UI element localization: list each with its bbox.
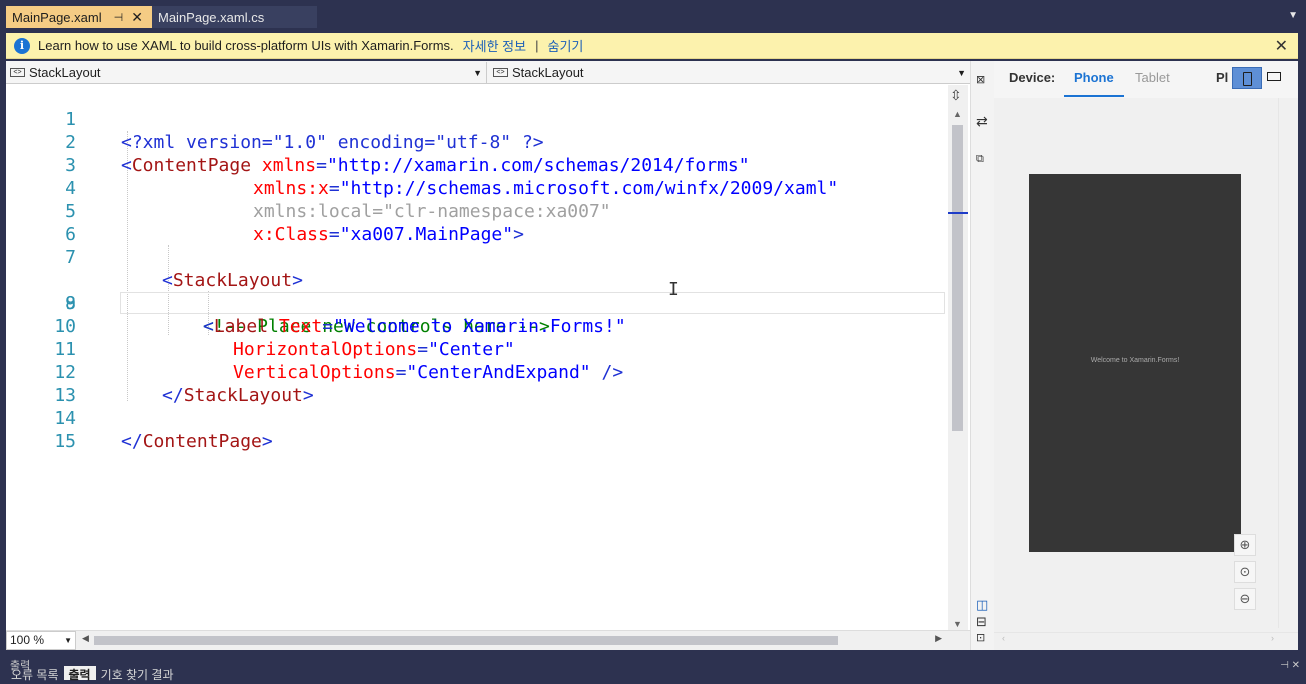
document-tab-strip: MainPage.xaml ⊣ ✕ MainPage.xaml.cs ▼ <box>0 0 1306 30</box>
swap-panes-icon[interactable]: ⇄ <box>976 113 988 130</box>
preview-horizontal-scrollbar[interactable]: ‹ › <box>994 632 1298 650</box>
horizontal-split-icon[interactable]: ⊟ <box>976 614 987 630</box>
tab-error-list[interactable]: 오류 목록 <box>6 666 64 682</box>
scroll-left-icon[interactable]: ‹ <box>1002 633 1005 643</box>
code-line: 5 x:Class="xa007.MainPage"> <box>6 177 946 245</box>
tab-mainpage-xaml[interactable]: MainPage.xaml ⊣ ✕ <box>6 6 152 28</box>
navigation-bar: <> StackLayout ▼ <> StackLayout ▼ <box>6 61 970 84</box>
code-line: 9 <Label Text="Welcome to Xamarin.Forms!… <box>6 269 946 337</box>
tab-output[interactable]: 출력 <box>63 666 96 682</box>
collapse-pane-icon[interactable]: ⊠ <box>976 73 985 86</box>
zoom-dropdown[interactable]: 100 % ▼ <box>6 631 76 650</box>
close-infobar-icon[interactable]: ✕ <box>1275 36 1288 56</box>
scroll-left-icon[interactable]: ◀ <box>82 633 89 644</box>
line-number: 15 <box>54 431 76 452</box>
code-line: 15 <box>6 407 946 452</box>
code-line: 10 HorizontalOptions="Center" <box>6 292 946 360</box>
code-line: 1 <?xml version="1.0" encoding="utf-8" ?… <box>6 85 946 153</box>
scroll-right-icon[interactable]: ▶ <box>935 633 942 644</box>
info-icon: i <box>14 37 30 54</box>
code-line: 3 xmlns:x="http://schemas.microsoft.com/… <box>6 131 946 199</box>
split-toolbar: ⊠ ⇄ ⧉ ◫ ⊟ ⊡ <box>970 61 994 650</box>
zoom-out-icon[interactable]: ⊖ <box>1234 588 1256 610</box>
chevron-down-icon: ▼ <box>473 67 482 78</box>
split-view-icon[interactable]: ⇳ <box>950 87 962 104</box>
scrollbar-thumb[interactable] <box>94 636 838 645</box>
xaml-previewer: Device: Phone Tablet Pl Welcome to Xamar… <box>994 61 1298 650</box>
preview-vertical-scrollbar[interactable] <box>1278 98 1292 628</box>
xml-element-icon: <> <box>493 68 508 77</box>
editor-bottom-bar: 100 % ▼ ◀ ▶ <box>6 630 970 650</box>
nav-dropdown-left[interactable]: <> StackLayout ▼ <box>6 62 487 83</box>
nav-right-label: StackLayout <box>512 65 584 80</box>
tab-mainpage-xaml-cs[interactable]: MainPage.xaml.cs <box>152 6 317 28</box>
vertical-split-icon[interactable]: ◫ <box>976 597 988 613</box>
tab-label: MainPage.xaml <box>12 9 102 25</box>
device-toolbar: Device: Phone Tablet Pl <box>994 61 1298 97</box>
code-line: 2 <ContentPage xmlns="http://xamarin.com… <box>6 108 946 176</box>
preview-label: Welcome to Xamarin.Forms! <box>1090 357 1180 364</box>
horizontal-scrollbar[interactable]: ◀ ▶ <box>82 633 942 647</box>
more-info-link[interactable]: 자세한 정보 <box>463 36 526 55</box>
nav-dropdown-right[interactable]: <> StackLayout ▼ <box>489 62 970 83</box>
info-separator: | <box>535 38 539 53</box>
code-line: 14 </ContentPage> <box>6 384 946 452</box>
scroll-right-icon[interactable]: › <box>1271 633 1274 643</box>
code-line-current: 8 <!-- Place new controls here --> <box>6 246 946 337</box>
landscape-orientation-button[interactable] <box>1267 72 1281 81</box>
xaml-editor[interactable]: <> StackLayout ▼ <> StackLayout ▼ 1 <?xm… <box>6 61 970 650</box>
code-line: 12 </StackLayout> <box>6 338 946 406</box>
scrollbar-thumb[interactable] <box>952 125 963 431</box>
nav-left-label: StackLayout <box>29 65 101 80</box>
element-name: ContentPage <box>142 431 262 452</box>
tab-label: MainPage.xaml.cs <box>158 9 265 25</box>
panel-pin-icon[interactable]: ⊣ ✕ <box>1280 660 1300 671</box>
code-view[interactable]: 1 <?xml version="1.0" encoding="utf-8" ?… <box>6 85 946 630</box>
close-tab-icon[interactable]: ✕ <box>131 9 143 26</box>
ibeam-cursor-icon: I <box>668 279 679 300</box>
info-bar: i Learn how to use XAML to build cross-p… <box>6 33 1298 59</box>
panel-tabs: 오류 목록 출력 기호 찾기 결과 <box>6 666 179 682</box>
scroll-position-marker <box>948 212 968 214</box>
phone-preview-screen: Welcome to Xamarin.Forms! <box>1029 174 1241 552</box>
code-line: 4 xmlns:local="clr-namespace:xa007" <box>6 154 946 222</box>
zoom-in-icon[interactable]: ⊕ <box>1234 534 1256 556</box>
code-line: 11 VerticalOptions="CenterAndExpand" /> <box>6 315 946 383</box>
info-message: Learn how to use XAML to build cross-pla… <box>38 38 454 53</box>
tab-tablet[interactable]: Tablet <box>1135 70 1170 85</box>
chevron-down-icon: ▼ <box>957 67 966 78</box>
device-label: Device: <box>1009 70 1056 85</box>
scroll-up-icon[interactable]: ▲ <box>953 109 962 119</box>
tab-find-symbol-results[interactable]: 기호 찾기 결과 <box>96 666 179 682</box>
expand-pane-icon[interactable]: ⊡ <box>976 631 985 644</box>
xml-element-icon: <> <box>10 68 25 77</box>
output-panel: 출력 오류 목록 출력 기호 찾기 결과 ⊣ ✕ <box>0 650 1306 682</box>
code-line: 7 <StackLayout> <box>6 223 946 291</box>
pin-icon[interactable]: ⊣ <box>114 11 124 24</box>
platform-label: Pl <box>1216 70 1229 85</box>
hide-link[interactable]: 숨기기 <box>547 36 583 55</box>
code-line: 6 <box>6 200 946 245</box>
code-line: 13 <box>6 361 946 406</box>
popout-pane-icon[interactable]: ⧉ <box>976 153 984 166</box>
tab-overflow-icon[interactable]: ▼ <box>1288 10 1298 21</box>
zoom-fit-icon[interactable]: ⊙ <box>1234 561 1256 583</box>
portrait-orientation-button[interactable] <box>1232 67 1262 89</box>
tab-phone[interactable]: Phone <box>1064 70 1124 97</box>
chevron-down-icon: ▼ <box>64 636 72 645</box>
zoom-value: 100 % <box>10 633 45 647</box>
scroll-down-icon[interactable]: ▼ <box>953 619 962 629</box>
vertical-scrollbar[interactable]: ⇳ ▲ ▼ <box>948 85 968 631</box>
